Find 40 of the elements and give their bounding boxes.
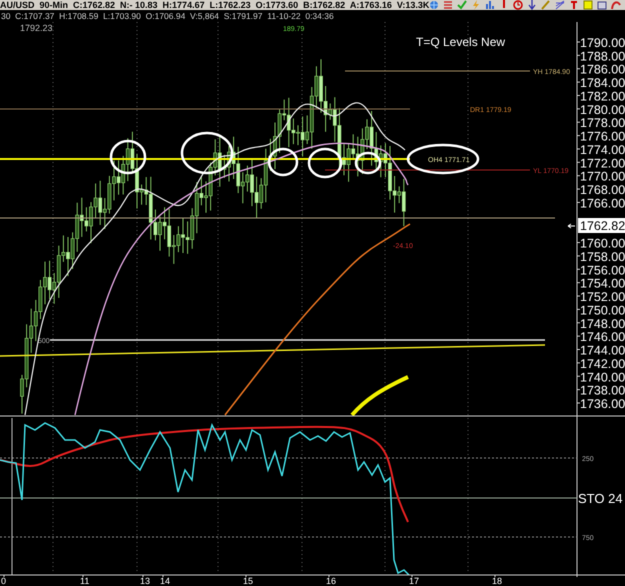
axis-label: 1736.00 bbox=[580, 397, 625, 411]
time-label: 15 bbox=[243, 576, 254, 586]
axis-label: 1782.00 bbox=[580, 89, 625, 104]
time-label: 14 bbox=[160, 576, 170, 586]
time-label: 17 bbox=[409, 576, 420, 586]
axis-label: 1790.00 bbox=[580, 36, 625, 50]
axis-label: 1774.00 bbox=[580, 142, 625, 157]
axis-label: 1778.00 bbox=[580, 116, 625, 130]
axis-label: 1770.00 bbox=[580, 170, 625, 184]
axis-label: 1772.00 bbox=[580, 156, 625, 170]
axis-label: 1788.00 bbox=[580, 49, 625, 64]
axis-label: 1758.00 bbox=[580, 250, 625, 264]
last-price-tag: 1762.82 bbox=[578, 218, 625, 233]
time-label: 18 bbox=[492, 576, 502, 586]
time-label: 13 bbox=[140, 576, 150, 586]
quote-summary: AU/USD 90-Min C:1762.82 N:- 10.83 H:1774.67 L:1762.23 O:1773.60 B:1762.82 A:1763.16 V:13.3K bbox=[0, 0, 430, 10]
axis-label: 1738.00 bbox=[580, 384, 625, 398]
bar-info-text: 30 C:1707.37 H:1708.59 L:1703.90 O:1706.94 V:5,864 S:1791.97 11-10-22 0:34:36 bbox=[0, 10, 335, 22]
time-label: 0 bbox=[1, 576, 6, 586]
axis-label: 1742.00 bbox=[580, 356, 625, 371]
axis-label: 1750.00 bbox=[580, 303, 625, 318]
axis-label: 1752.00 bbox=[580, 290, 625, 304]
axis-label: 1746.00 bbox=[580, 330, 625, 344]
chart-title: T=Q Levels New bbox=[416, 35, 506, 49]
time-label: 16 bbox=[326, 576, 336, 586]
axis-label: 1748.00 bbox=[580, 316, 625, 331]
axis-label: 1768.00 bbox=[580, 183, 625, 198]
axis-label: 1776.00 bbox=[580, 130, 625, 144]
axis-label: 1780.00 bbox=[580, 102, 625, 117]
corner-value: 1792.23 bbox=[20, 23, 53, 33]
axis-label: 1760.00 bbox=[580, 236, 625, 251]
time-label: 11 bbox=[80, 576, 90, 586]
oscillator-name: STO 24 bbox=[578, 491, 623, 506]
axis-label: 1754.00 bbox=[580, 276, 625, 291]
axis-label: 1786.00 bbox=[580, 62, 625, 77]
axis-label: 1766.00 bbox=[580, 196, 625, 210]
axis-label: 1756.00 bbox=[580, 263, 625, 278]
axis-label: 1744.00 bbox=[580, 344, 625, 358]
axis-label: 1740.00 bbox=[580, 370, 625, 384]
axis-label: 1784.00 bbox=[580, 76, 625, 90]
